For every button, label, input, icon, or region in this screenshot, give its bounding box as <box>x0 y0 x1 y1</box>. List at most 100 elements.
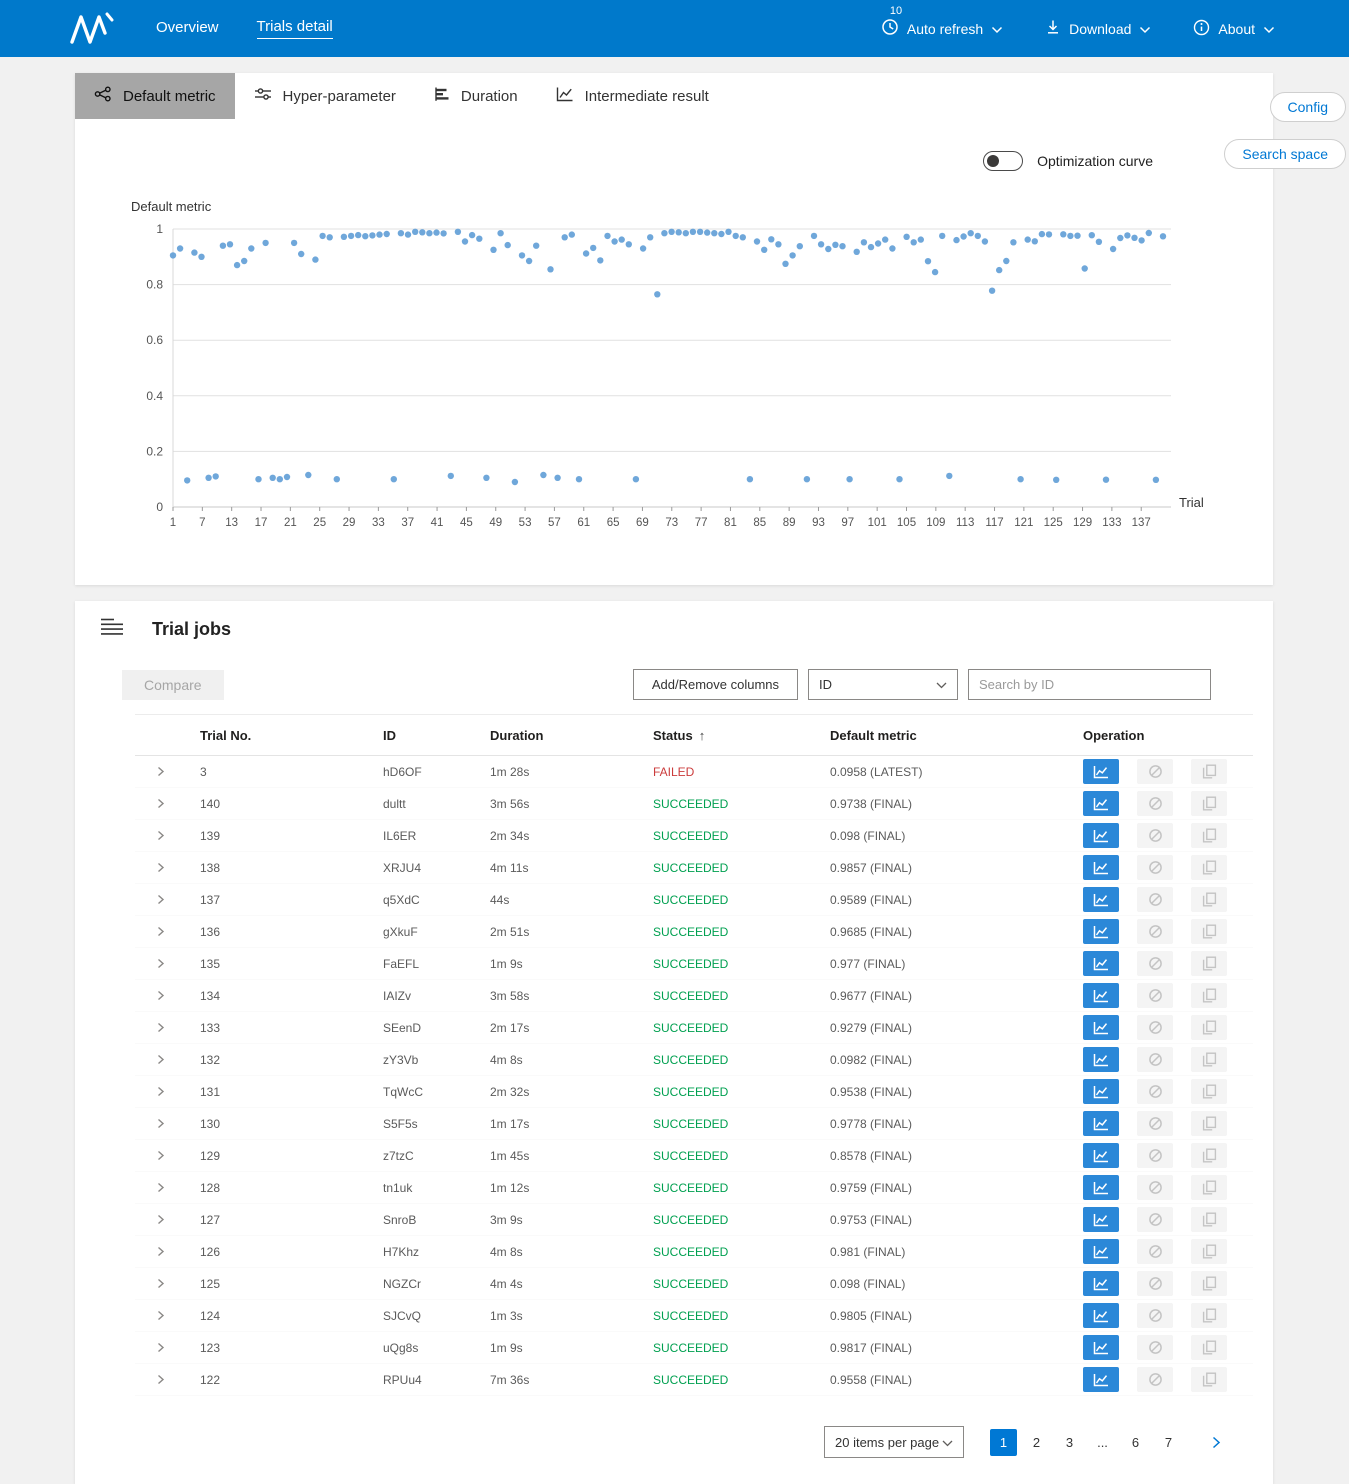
show-intermediate-button[interactable] <box>1083 759 1119 784</box>
x-axis-title: Trial <box>1179 495 1204 510</box>
trial-no-cell: 130 <box>185 1117 368 1131</box>
trial-no-cell: 126 <box>185 1245 368 1259</box>
row-expand-chevron-icon[interactable] <box>135 990 185 1001</box>
page-button-7[interactable]: 7 <box>1155 1429 1182 1456</box>
row-expand-chevron-icon[interactable] <box>135 1150 185 1161</box>
row-expand-chevron-icon[interactable] <box>135 1054 185 1065</box>
row-expand-chevron-icon[interactable] <box>135 1246 185 1257</box>
show-intermediate-button[interactable] <box>1083 823 1119 848</box>
show-intermediate-button[interactable] <box>1083 1303 1119 1328</box>
show-intermediate-button[interactable] <box>1083 1079 1119 1104</box>
kill-trial-button <box>1137 791 1173 816</box>
col-id: ID <box>368 728 475 743</box>
show-intermediate-button[interactable] <box>1083 1015 1119 1040</box>
page-button-6[interactable]: 6 <box>1122 1429 1149 1456</box>
nav-trials-detail[interactable]: Trials detail <box>257 18 333 39</box>
row-expand-chevron-icon[interactable] <box>135 1310 185 1321</box>
line-chart-icon <box>556 86 574 106</box>
tab-hyper-parameter[interactable]: Hyper-parameter <box>235 73 415 119</box>
trial-no-cell: 133 <box>185 1021 368 1035</box>
row-expand-chevron-icon[interactable] <box>135 1214 185 1225</box>
items-per-page-select[interactable]: 20 items per page <box>824 1426 964 1458</box>
svg-text:65: 65 <box>607 517 620 529</box>
page-button-2[interactable]: 2 <box>1023 1429 1050 1456</box>
show-intermediate-button[interactable] <box>1083 1335 1119 1360</box>
row-expand-chevron-icon[interactable] <box>135 862 185 873</box>
col-operation: Operation <box>1068 728 1253 743</box>
table-row: 135FaEFL1m 9sSUCCEEDED0.977 (FINAL) <box>135 948 1253 980</box>
svg-text:117: 117 <box>985 517 1003 529</box>
chart-panel: Default metric Hyper-parameter Duration … <box>75 73 1273 585</box>
tab-intermediate-result[interactable]: Intermediate result <box>537 73 728 119</box>
row-expand-chevron-icon[interactable] <box>135 958 185 969</box>
svg-text:17: 17 <box>255 517 268 529</box>
compare-button[interactable]: Compare <box>122 670 224 700</box>
trial-id-cell: TqWcC <box>368 1085 475 1099</box>
id-filter-dropdown[interactable]: ID <box>808 669 958 700</box>
status-cell: SUCCEEDED <box>638 829 815 843</box>
kill-trial-button <box>1137 1303 1173 1328</box>
copy-trial-button <box>1191 1335 1227 1360</box>
operation-cell <box>1068 855 1253 880</box>
copy-trial-button <box>1191 919 1227 944</box>
about-menu[interactable]: About <box>1193 19 1275 39</box>
metric-cell: 0.9778 (FINAL) <box>815 1117 1068 1131</box>
tab-duration[interactable]: Duration <box>415 73 537 119</box>
show-intermediate-button[interactable] <box>1083 855 1119 880</box>
copy-trial-button <box>1191 823 1227 848</box>
search-input[interactable] <box>968 669 1211 700</box>
row-expand-chevron-icon[interactable] <box>135 1022 185 1033</box>
add-remove-columns-button[interactable]: Add/Remove columns <box>633 669 798 700</box>
show-intermediate-button[interactable] <box>1083 1175 1119 1200</box>
row-expand-chevron-icon[interactable] <box>135 1278 185 1289</box>
config-button[interactable]: Config <box>1270 92 1346 122</box>
kill-trial-button <box>1137 855 1173 880</box>
row-expand-chevron-icon[interactable] <box>135 894 185 905</box>
show-intermediate-button[interactable] <box>1083 1207 1119 1232</box>
show-intermediate-button[interactable] <box>1083 919 1119 944</box>
operation-cell <box>1068 759 1253 784</box>
optimization-curve-toggle[interactable] <box>983 151 1023 171</box>
svg-text:89: 89 <box>783 517 796 529</box>
trial-id-cell: SEenD <box>368 1021 475 1035</box>
metric-cell: 0.098 (FINAL) <box>815 1277 1068 1291</box>
tab-default-metric[interactable]: Default metric <box>75 73 235 119</box>
nav-overview[interactable]: Overview <box>156 19 219 39</box>
svg-text:81: 81 <box>724 517 737 529</box>
trial-id-cell: dultt <box>368 797 475 811</box>
download-menu[interactable]: Download <box>1045 19 1151 38</box>
show-intermediate-button[interactable] <box>1083 1111 1119 1136</box>
page-button-3[interactable]: 3 <box>1056 1429 1083 1456</box>
row-expand-chevron-icon[interactable] <box>135 1086 185 1097</box>
show-intermediate-button[interactable] <box>1083 1047 1119 1072</box>
svg-text:85: 85 <box>753 517 766 529</box>
show-intermediate-button[interactable] <box>1083 983 1119 1008</box>
trial-jobs-panel: Trial jobs Compare Add/Remove columns ID… <box>75 601 1273 1484</box>
duration-cell: 1m 9s <box>475 957 638 971</box>
row-expand-chevron-icon[interactable] <box>135 1374 185 1385</box>
row-expand-chevron-icon[interactable] <box>135 830 185 841</box>
kill-trial-button <box>1137 1271 1173 1296</box>
show-intermediate-button[interactable] <box>1083 887 1119 912</box>
page-button-1[interactable]: 1 <box>990 1429 1017 1456</box>
show-intermediate-button[interactable] <box>1083 1271 1119 1296</box>
row-expand-chevron-icon[interactable] <box>135 926 185 937</box>
row-expand-chevron-icon[interactable] <box>135 798 185 809</box>
col-status[interactable]: Status↑ <box>638 728 815 743</box>
auto-refresh-menu[interactable]: 10 Auto refresh <box>881 18 1003 39</box>
row-expand-chevron-icon[interactable] <box>135 766 185 777</box>
row-expand-chevron-icon[interactable] <box>135 1182 185 1193</box>
copy-trial-button <box>1191 1111 1227 1136</box>
duration-cell: 2m 51s <box>475 925 638 939</box>
next-page-button[interactable] <box>1208 1432 1225 1453</box>
show-intermediate-button[interactable] <box>1083 791 1119 816</box>
chevron-down-icon <box>991 21 1003 37</box>
show-intermediate-button[interactable] <box>1083 1143 1119 1168</box>
kill-trial-button <box>1137 1079 1173 1104</box>
show-intermediate-button[interactable] <box>1083 1239 1119 1264</box>
search-space-button[interactable]: Search space <box>1224 139 1346 169</box>
show-intermediate-button[interactable] <box>1083 951 1119 976</box>
row-expand-chevron-icon[interactable] <box>135 1342 185 1353</box>
show-intermediate-button[interactable] <box>1083 1367 1119 1392</box>
row-expand-chevron-icon[interactable] <box>135 1118 185 1129</box>
